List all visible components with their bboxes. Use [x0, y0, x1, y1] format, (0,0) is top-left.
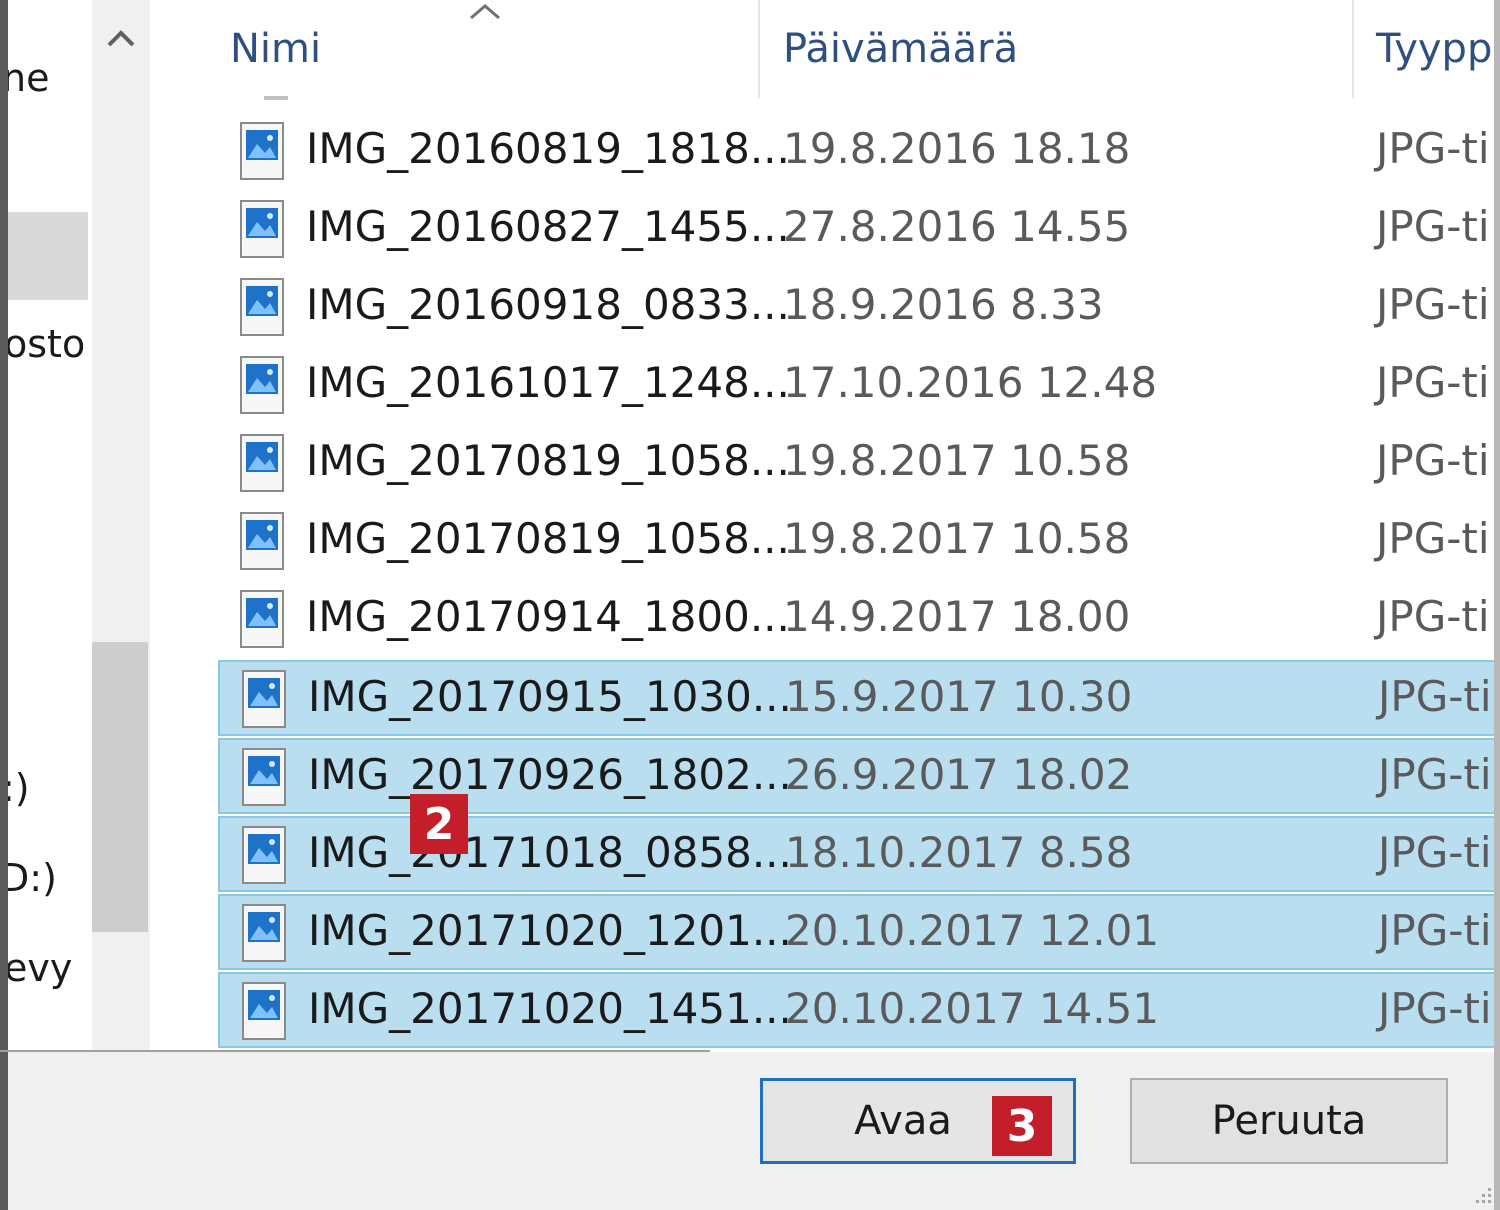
file-name: IMG_20170926_1802... — [308, 750, 792, 799]
column-header-name[interactable]: Nimi — [230, 26, 321, 72]
jpg-file-icon — [242, 982, 286, 1040]
file-type: JPG-ti — [1378, 828, 1492, 877]
file-row[interactable]: IMG_20170819_1058... 19.8.2017 10.58 JPG-t… — [218, 426, 1500, 502]
file-type: JPG-ti — [1378, 906, 1492, 955]
file-type: JPG-ti — [1376, 124, 1490, 173]
jpg-file-icon — [242, 904, 286, 962]
file-row[interactable]: IMG_20170819_1058... 19.8.2017 10.58 JPG-t… — [218, 504, 1500, 580]
file-name: IMG_20170915_1030... — [308, 672, 792, 721]
file-type: JPG-ti — [1376, 592, 1490, 641]
jpg-file-icon — [240, 434, 284, 492]
file-name: IMG_20170819_1058... — [306, 514, 790, 563]
nav-item-3[interactable]: :) — [8, 766, 30, 810]
file-name: IMG_20160918_0833... — [306, 280, 790, 329]
file-row[interactable]: IMG_20170915_1030... 15.9.2017 10.30 JPG-t… — [218, 660, 1500, 736]
sort-ascending-icon — [468, 0, 502, 29]
file-date: 27.8.2016 14.55 — [783, 202, 1131, 251]
partial-row-edge — [264, 96, 288, 100]
file-type: JPG-ti — [1376, 436, 1490, 485]
file-row[interactable]: IMG_20160827_1455... 27.8.2016 14.55 JPG-t… — [218, 192, 1500, 268]
file-date: 26.9.2017 18.02 — [785, 750, 1133, 799]
file-date: 19.8.2017 10.58 — [783, 436, 1131, 485]
window-border-left — [0, 0, 8, 1210]
file-name: IMG_20171020_1201... — [308, 906, 792, 955]
jpg-file-icon — [240, 512, 284, 570]
column-header-date[interactable]: Päivämäärä — [783, 26, 1018, 72]
file-row[interactable]: IMG_20160918_0833... 18.9.2016 8.33 JPG-ti — [218, 270, 1500, 346]
nav-item-1[interactable]: ne — [8, 56, 49, 100]
jpg-file-icon — [240, 356, 284, 414]
file-type: JPG-ti — [1378, 750, 1492, 799]
file-date: 15.9.2017 10.30 — [785, 672, 1133, 721]
file-row[interactable]: IMG_20160819_1818... 19.8.2016 18.18 JPG-t… — [218, 114, 1500, 190]
file-type: JPG-ti — [1376, 202, 1490, 251]
nav-item-5[interactable]: evy — [8, 946, 72, 990]
nav-scrollbar[interactable] — [92, 0, 150, 1052]
column-divider[interactable] — [1352, 0, 1354, 98]
file-name: IMG_20171018_0858... — [308, 828, 792, 877]
file-row[interactable]: IMG_20171020_1201... 20.10.2017 12.01 JPG-… — [218, 894, 1500, 970]
jpg-file-icon — [242, 670, 286, 728]
file-date: 17.10.2016 12.48 — [783, 358, 1158, 407]
file-date: 19.8.2016 18.18 — [783, 124, 1131, 173]
file-date: 19.8.2017 10.58 — [783, 514, 1131, 563]
jpg-file-icon — [242, 826, 286, 884]
step-badge-2: 2 — [410, 794, 468, 854]
column-divider[interactable] — [758, 0, 760, 98]
pane-spacer — [150, 0, 218, 1052]
file-date: 20.10.2017 12.01 — [785, 906, 1160, 955]
file-open-dialog: ne osto :) D:) evy Nimi Päivämäärä Tyypp… — [0, 0, 1500, 1210]
file-name: IMG_20160827_1455... — [306, 202, 790, 251]
file-name: IMG_20161017_1248... — [306, 358, 790, 407]
file-name: IMG_20170914_1800... — [306, 592, 790, 641]
navigation-pane: ne osto :) D:) evy — [8, 0, 92, 1052]
file-name: IMG_20170819_1058... — [306, 436, 790, 485]
jpg-file-icon — [240, 200, 284, 258]
nav-item-2[interactable]: osto — [8, 322, 85, 366]
file-list: Nimi Päivämäärä Tyypp IMG_20160819_1818.… — [218, 0, 1500, 1052]
open-button-label: Avaa — [854, 1098, 952, 1144]
cancel-button[interactable]: Peruuta — [1130, 1078, 1448, 1164]
file-row[interactable]: IMG_20171020_1451... 20.10.2017 14.51 JPG-… — [218, 972, 1500, 1048]
file-type: JPG-ti — [1376, 514, 1490, 563]
window-border-right — [1494, 0, 1500, 1210]
file-date: 20.10.2017 14.51 — [785, 984, 1160, 1033]
cancel-button-label: Peruuta — [1211, 1098, 1367, 1144]
jpg-file-icon — [242, 748, 286, 806]
file-date: 18.9.2016 8.33 — [783, 280, 1104, 329]
file-type: JPG-ti — [1378, 672, 1492, 721]
jpg-file-icon — [240, 590, 284, 648]
chevron-up-icon[interactable] — [92, 14, 150, 64]
file-row[interactable]: IMG_20161017_1248... 17.10.2016 12.48 JPG-… — [218, 348, 1500, 424]
file-name: IMG_20171020_1451... — [308, 984, 792, 1033]
column-header-row: Nimi Päivämäärä Tyypp — [218, 0, 1500, 98]
file-name: IMG_20160819_1818... — [306, 124, 790, 173]
file-type: JPG-ti — [1378, 984, 1492, 1033]
jpg-file-icon — [240, 122, 284, 180]
file-type: JPG-ti — [1376, 358, 1490, 407]
file-date: 18.10.2017 8.58 — [785, 828, 1133, 877]
nav-scrollbar-thumb[interactable] — [92, 642, 148, 932]
resize-grip-icon[interactable] — [1474, 1186, 1492, 1204]
nav-selected-item[interactable] — [8, 212, 88, 300]
file-type: JPG-ti — [1376, 280, 1490, 329]
file-date: 14.9.2017 18.00 — [783, 592, 1131, 641]
jpg-file-icon — [240, 278, 284, 336]
step-badge-3: 3 — [992, 1096, 1052, 1156]
nav-item-4[interactable]: D:) — [8, 856, 57, 900]
file-row[interactable]: IMG_20170914_1800... 14.9.2017 18.00 JPG-t… — [218, 582, 1500, 658]
column-header-type[interactable]: Tyypp — [1376, 26, 1492, 72]
